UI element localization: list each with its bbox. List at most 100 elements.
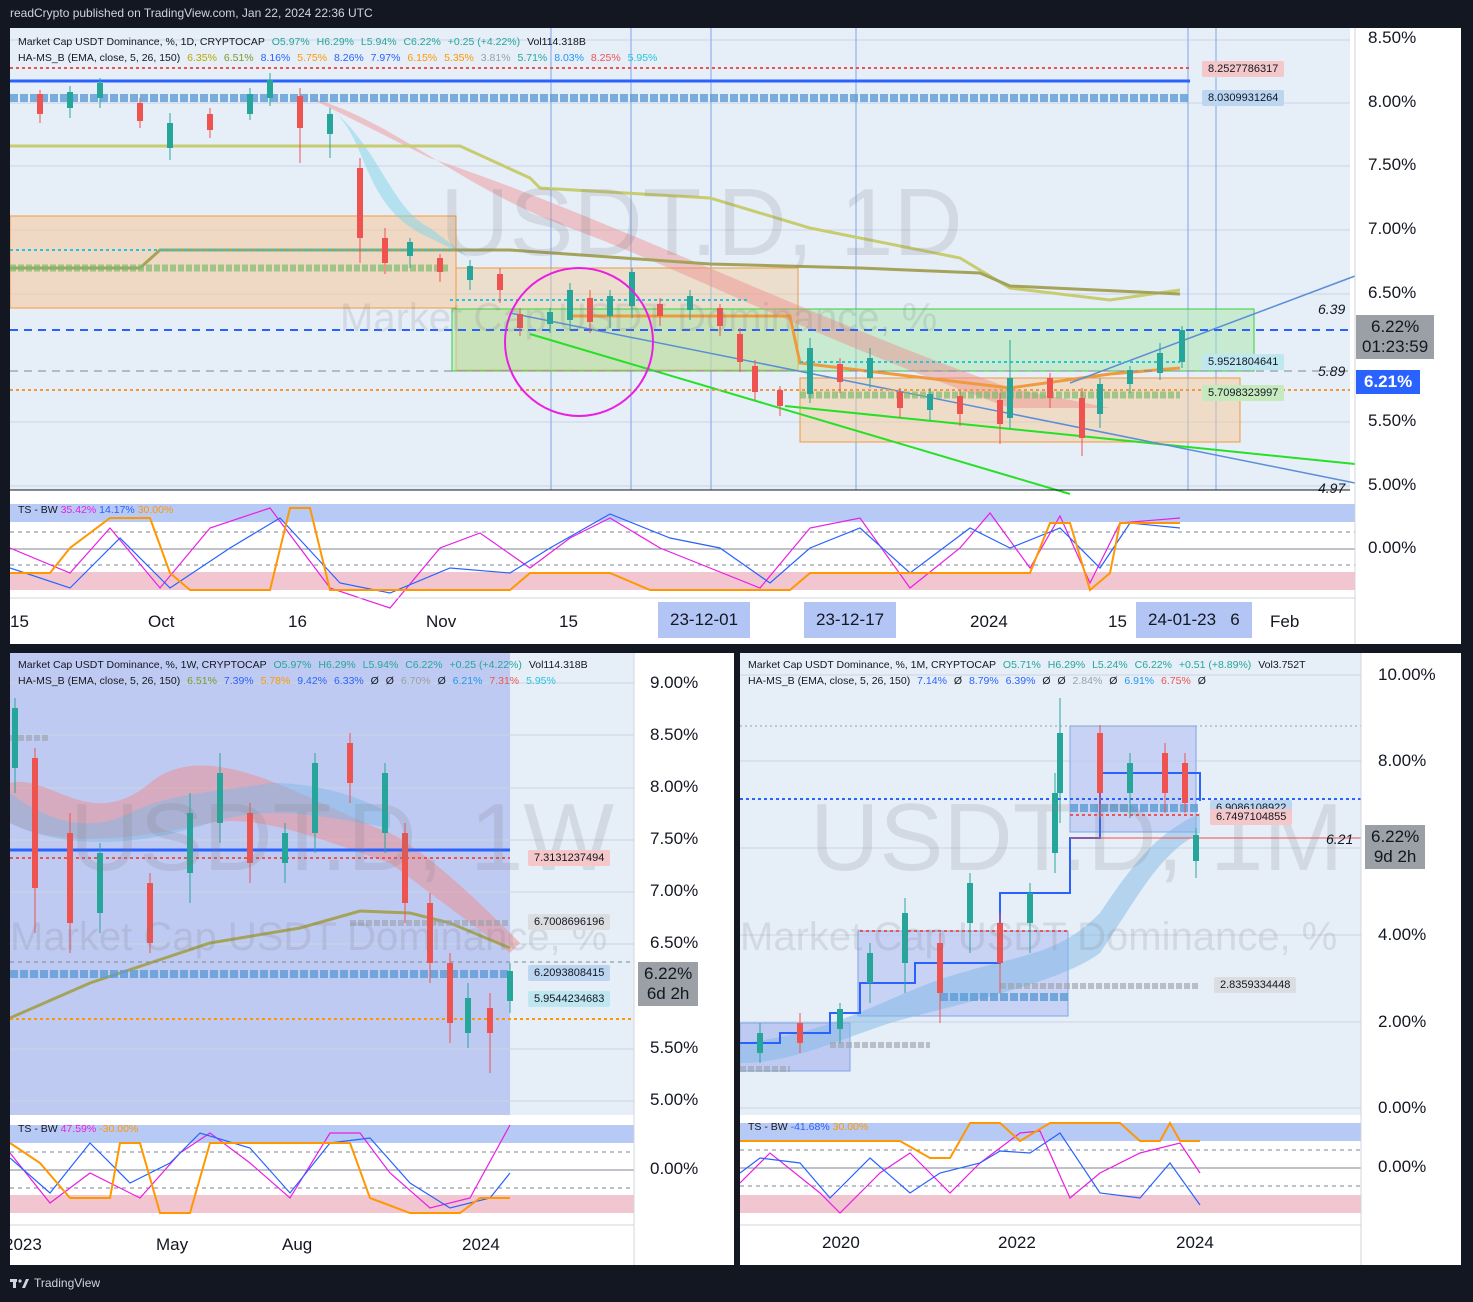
daily-ind-value: 3.81% bbox=[480, 52, 511, 64]
daily-y-label: 7.50% bbox=[1368, 155, 1417, 174]
daily-y-label: 7.00% bbox=[1368, 219, 1417, 238]
monthly-low: L5.24% bbox=[1092, 659, 1128, 671]
daily-osc-value: 14.17% bbox=[99, 504, 135, 516]
daily-price-value: 6.22% bbox=[1370, 317, 1420, 336]
monthly-high: H6.29% bbox=[1047, 659, 1086, 671]
monthly-price-countdown: 9d 2h bbox=[1373, 847, 1417, 866]
monthly-y-label: 4.00% bbox=[1378, 925, 1427, 944]
monthly-x-label: 2022 bbox=[998, 1233, 1036, 1252]
monthly-ind-value: Ø bbox=[1057, 675, 1066, 687]
monthly-symbol-label: Market Cap USDT Dominance, %, 1M, CRYPTO… bbox=[748, 659, 996, 671]
monthly-chart-panel[interactable]: Market Cap USDT Dominance, %, 1M, CRYPTO… bbox=[740, 653, 1461, 1265]
monthly-osc-name: TS - BW bbox=[748, 1121, 788, 1133]
monthly-level-tag: 2.8359334448 bbox=[1214, 977, 1297, 993]
weekly-osc-y-label: 0.00% bbox=[650, 1159, 699, 1178]
monthly-close: C6.22% bbox=[1134, 659, 1172, 671]
weekly-osc-value: -30.00% bbox=[99, 1123, 139, 1135]
daily-watermark-name: Market Cap USDT Dominance, % bbox=[340, 296, 938, 340]
weekly-y-label: 7.50% bbox=[650, 829, 699, 848]
weekly-low: L5.94% bbox=[362, 659, 399, 671]
daily-x-label: 6 bbox=[1230, 610, 1240, 629]
weekly-ind-value: 7.39% bbox=[223, 675, 254, 687]
daily-date-tag: 23-12-01 bbox=[658, 602, 751, 638]
daily-level-label: 5.89 bbox=[1318, 363, 1346, 379]
monthly-ind-value: 6.91% bbox=[1124, 675, 1155, 687]
weekly-ind-value: 6.21% bbox=[452, 675, 483, 687]
weekly-price-countdown: 6d 2h bbox=[646, 984, 690, 1003]
monthly-y-label: 0.00% bbox=[1378, 1098, 1427, 1114]
weekly-chart-panel[interactable]: Market Cap USDT Dominance, %, 1W, CRYPTO… bbox=[10, 653, 734, 1265]
daily-ind-value: 6.51% bbox=[223, 52, 254, 64]
weekly-y-label: 6.50% bbox=[650, 933, 699, 952]
daily-level-tag: 5.9521804641 bbox=[1202, 354, 1285, 370]
daily-level-label: 4.97 bbox=[1318, 480, 1346, 496]
weekly-legend-symbol: Market Cap USDT Dominance, %, 1W, CRYPTO… bbox=[18, 659, 592, 671]
daily-level-label: 6.39 bbox=[1318, 301, 1346, 317]
daily-x-label: Feb bbox=[1270, 612, 1300, 631]
monthly-ind-value: 2.84% bbox=[1072, 675, 1103, 687]
weekly-y-label: 8.50% bbox=[650, 725, 699, 744]
weekly-ind-value: 5.78% bbox=[260, 675, 291, 687]
weekly-ind-value: Ø bbox=[385, 675, 394, 687]
monthly-ind-value: 7.14% bbox=[917, 675, 947, 687]
daily-ind-value: 6.35% bbox=[187, 52, 217, 64]
daily-volume: Vol114.318B bbox=[527, 36, 586, 48]
daily-change: +0.25 (+4.22%) bbox=[447, 36, 521, 48]
monthly-level-tag: 6.7497104855 bbox=[1210, 809, 1293, 825]
daily-x-label: 15 bbox=[559, 612, 578, 631]
weekly-ind-value: Ø bbox=[437, 675, 446, 687]
weekly-change: +0.25 (+4.22%) bbox=[449, 659, 522, 671]
weekly-price-tag: 6.22% 6d 2h bbox=[638, 962, 699, 1006]
monthly-osc-y-label: 0.00% bbox=[1378, 1157, 1427, 1176]
weekly-osc-value: 47.59% bbox=[60, 1123, 97, 1135]
monthly-ind-value: 8.79% bbox=[968, 675, 999, 687]
daily-watermark-symbol: USDT.D, 1D bbox=[440, 169, 963, 276]
daily-price-tag: 6.22% 01:23:59 bbox=[1356, 315, 1435, 359]
weekly-y-label: 9.00% bbox=[650, 673, 699, 692]
footer-brand[interactable]: TradingView bbox=[10, 1276, 100, 1290]
monthly-osc-value: -41.68% bbox=[790, 1121, 830, 1133]
daily-symbol-label: Market Cap USDT Dominance, %, 1D, CRYPTO… bbox=[18, 36, 265, 48]
daily-blue-price-tag: 6.21% bbox=[1356, 370, 1421, 394]
daily-x-label: 16 bbox=[288, 612, 307, 631]
daily-y-label: 8.50% bbox=[1368, 28, 1417, 47]
weekly-x-label: 2023 bbox=[10, 1235, 42, 1254]
weekly-price-value: 6.22% bbox=[644, 964, 693, 983]
daily-ind-value: 8.16% bbox=[260, 52, 291, 64]
daily-ind-value: 5.35% bbox=[444, 52, 474, 64]
daily-close: C6.22% bbox=[403, 36, 441, 48]
weekly-level-tag: 6.2093808415 bbox=[528, 965, 611, 981]
weekly-legend-indicator: HA-MS_B (EMA, close, 5, 26, 150) 6.51% 7… bbox=[18, 675, 560, 687]
daily-date-tag: 23-12-17 bbox=[804, 602, 897, 638]
daily-level-tag: 8.2527786317 bbox=[1202, 61, 1285, 77]
daily-open: O5.97% bbox=[271, 36, 310, 48]
daily-chart-panel[interactable]: Market Cap USDT Dominance, %, 1D, CRYPTO… bbox=[10, 28, 1461, 644]
daily-ind-value: 6.15% bbox=[407, 52, 438, 64]
weekly-x-label: 2024 bbox=[462, 1235, 500, 1254]
daily-osc-y-label: 0.00% bbox=[1368, 538, 1417, 557]
monthly-legend-indicator: HA-MS_B (EMA, close, 5, 26, 150) 7.14% Ø… bbox=[748, 675, 1210, 687]
weekly-x-label: May bbox=[156, 1235, 189, 1254]
daily-price-countdown: 01:23:59 bbox=[1362, 337, 1429, 356]
weekly-indicator-name: HA-MS_B (EMA, close, 5, 26, 150) bbox=[18, 675, 181, 687]
daily-high: H6.29% bbox=[316, 36, 354, 48]
daily-osc-legend: TS - BW 35.42% 14.17% 30.00% bbox=[18, 504, 173, 516]
weekly-high: H6.29% bbox=[318, 659, 356, 671]
daily-y-label: 5.00% bbox=[1368, 475, 1417, 494]
daily-x-label: 2024 bbox=[970, 612, 1008, 631]
weekly-symbol-label: Market Cap USDT Dominance, %, 1W, CRYPTO… bbox=[18, 659, 267, 671]
daily-ind-value: 8.25% bbox=[590, 52, 621, 64]
daily-low: L5.94% bbox=[360, 36, 397, 48]
publish-header: readCrypto published on TradingView.com,… bbox=[10, 6, 373, 20]
weekly-ind-value: 6.70% bbox=[400, 675, 431, 687]
monthly-volume: Vol3.752T bbox=[1258, 659, 1306, 671]
daily-x-label: 15 bbox=[1108, 612, 1127, 631]
weekly-level-tag: 6.7008696196 bbox=[528, 914, 611, 930]
weekly-y-label: 7.00% bbox=[650, 881, 699, 900]
monthly-ind-value: Ø bbox=[1197, 675, 1206, 687]
daily-osc-value: 30.00% bbox=[137, 504, 174, 516]
monthly-level-label: 6.21 bbox=[1326, 831, 1354, 847]
weekly-ind-value: Ø bbox=[370, 675, 379, 687]
monthly-price-value: 6.22% bbox=[1371, 827, 1420, 846]
monthly-ind-value: 6.39% bbox=[1005, 675, 1036, 687]
